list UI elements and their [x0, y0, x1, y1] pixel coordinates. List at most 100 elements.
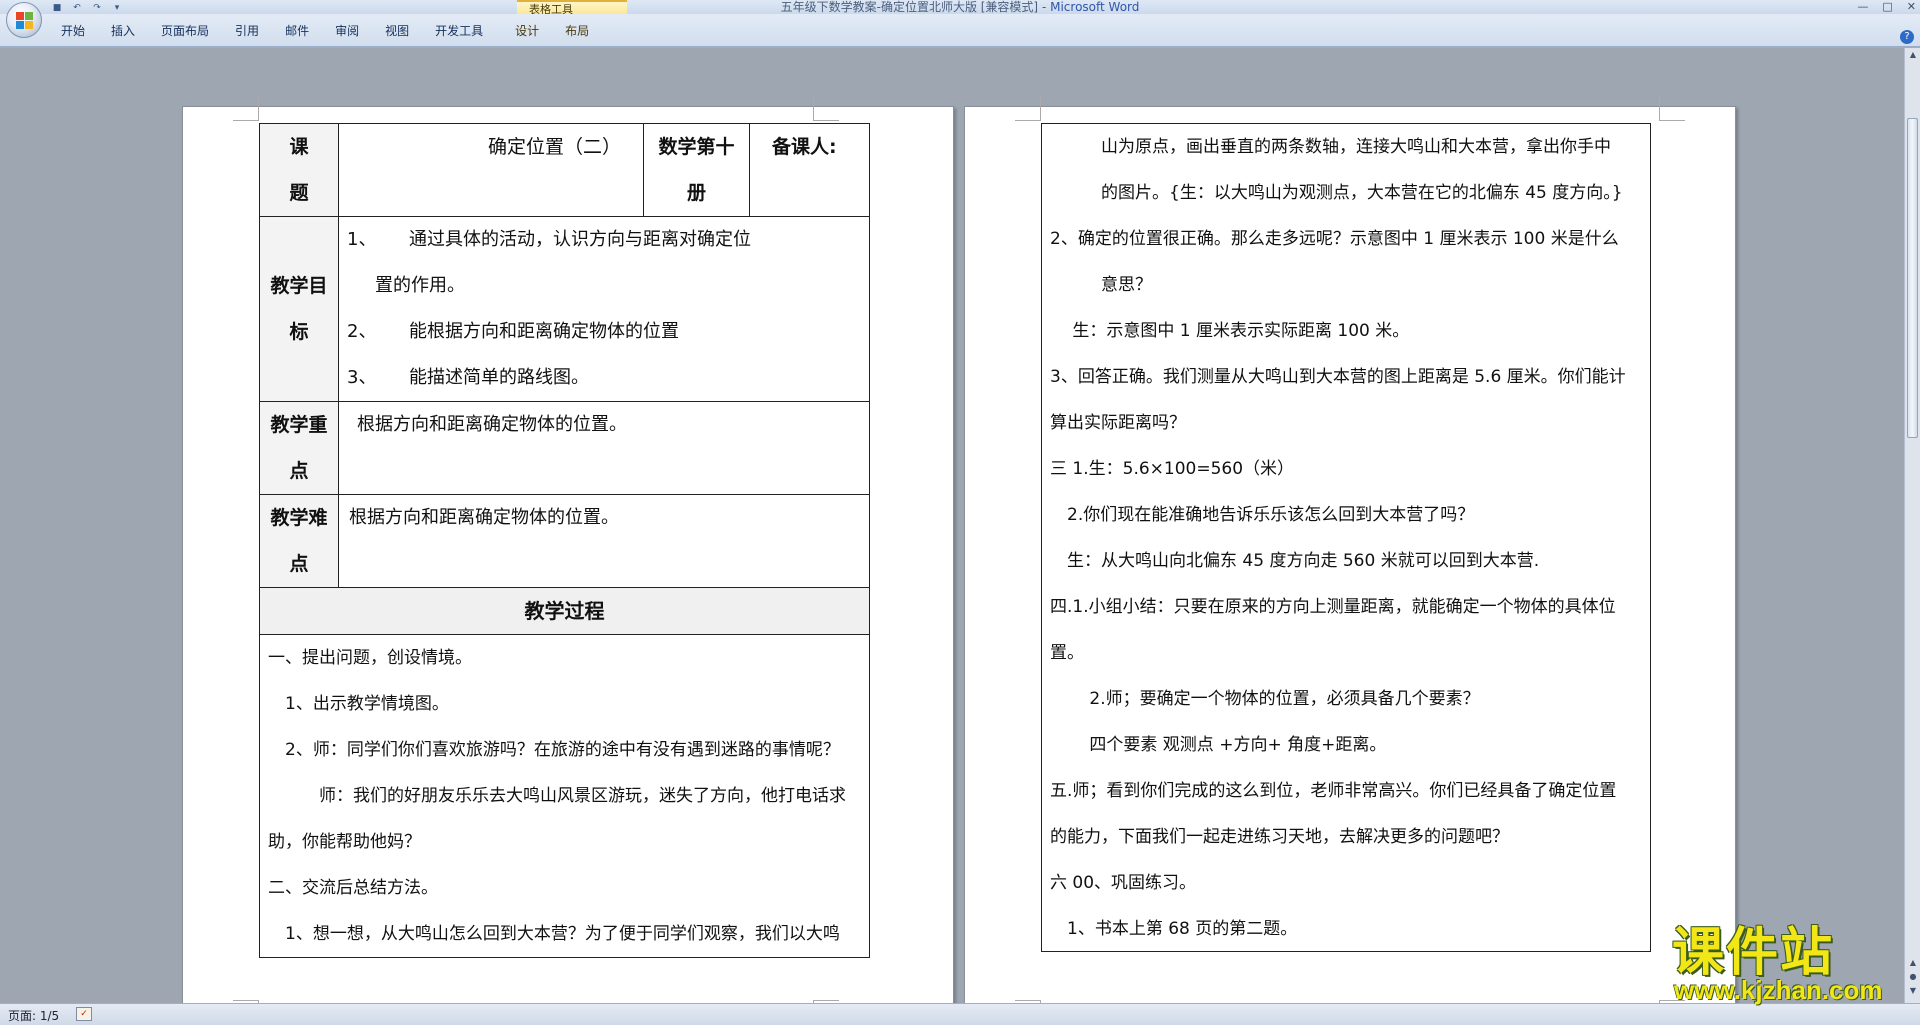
process-line: 意思？ [1050, 275, 1152, 295]
vertical-scrollbar[interactable]: ▲ ▲ ● ▼ [1904, 48, 1920, 1003]
process-line: 2.你们现在能准确地告诉乐乐该怎么回到大本营了吗？ [1050, 505, 1475, 525]
crop-mark [1015, 95, 1041, 121]
label-text: 题 [289, 182, 309, 204]
process-line: 置。 [1050, 643, 1084, 663]
document-workspace: 课 题 确定位置（二） 数学第十 册 备课人: 教学目 标 1、 通过具体的活动… [0, 48, 1904, 1003]
process-line: 1、想一想，从大鸣山怎么回到大本营？为了便于同学们观察，我们以大鸣 [268, 924, 840, 944]
book-text: 数学第十 [658, 136, 735, 158]
undo-icon[interactable]: ↶ [70, 3, 84, 14]
label-cell-topic[interactable]: 课 题 [259, 123, 339, 217]
close-button[interactable]: ✕ [1907, 0, 1916, 13]
key-points-cell[interactable]: 根据方向和距离确定物体的位置。 [338, 401, 870, 495]
redo-icon[interactable]: ↷ [90, 3, 104, 14]
label-text: 标 [289, 321, 309, 343]
tab-view[interactable]: 视图 [372, 20, 422, 42]
label-cell-difficulties[interactable]: 教学难 点 [259, 494, 339, 588]
book-cell[interactable]: 数学第十 册 [643, 123, 750, 217]
lesson-plan-table[interactable]: 课 题 确定位置（二） 数学第十 册 备课人: 教学目 标 1、 通过具体的活动… [259, 123, 870, 958]
process-line: 六 00、巩固练习。 [1050, 873, 1197, 893]
crop-mark [1659, 95, 1685, 121]
label-text: 教学目 [270, 275, 328, 297]
difficulties-cell[interactable]: 根据方向和距离确定物体的位置。 [338, 494, 870, 588]
save-icon[interactable]: ■ [50, 3, 64, 14]
crop-mark [233, 95, 259, 121]
process-continuation-cell[interactable]: 山为原点，画出垂直的两条数轴，连接大鸣山和大本营，拿出你手中 的图片。{生：以大… [1041, 123, 1651, 952]
watermark-url: www.kjzhan.com [1674, 975, 1883, 1005]
ribbon: 开始 插入 页面布局 引用 邮件 审阅 视图 开发工具 设计 布局 ? [0, 14, 1920, 47]
title-bar [0, 0, 1920, 14]
label-cell-key-points[interactable]: 教学重 点 [259, 401, 339, 495]
tab-mailings[interactable]: 邮件 [272, 20, 322, 42]
process-line: 2.师；要确定一个物体的位置，必须具备几个要素？ [1050, 689, 1480, 709]
scroll-up-icon[interactable]: ▲ [1908, 50, 1918, 60]
process-line: 的能力，下面我们一起走进练习天地，去解决更多的问题吧？ [1050, 827, 1509, 847]
crop-mark [813, 95, 839, 121]
process-line: 一、提出问题，创设情境。 [268, 648, 472, 668]
label-text: 教学重 [270, 414, 328, 436]
process-line: 1、出示教学情境图。 [268, 694, 449, 714]
table-row: 一、提出问题，创设情境。 1、出示教学情境图。 2、师：同学们你们喜欢旅游吗？在… [259, 634, 870, 958]
preparer-cell[interactable]: 备课人: [749, 123, 870, 217]
table-row: 教学目 标 1、 通过具体的活动，认识方向与距离对确定位 置的作用。 2、 能根据方… [259, 216, 870, 402]
office-logo-icon [16, 12, 34, 30]
label-text: 教学难 [270, 507, 328, 529]
process-line: 3、回答正确。我们测量从大鸣山到大本营的图上距离是 5.6 厘米。你们能计 [1050, 367, 1626, 387]
tab-design[interactable]: 设计 [502, 20, 552, 42]
ribbon-tabs: 开始 插入 页面布局 引用 邮件 审阅 视图 开发工具 设计 布局 [48, 20, 602, 42]
difficulties-text: 根据方向和距离确定物体的位置。 [349, 507, 619, 528]
page-1: 课 题 确定位置（二） 数学第十 册 备课人: 教学目 标 1、 通过具体的活动… [182, 95, 954, 1003]
tab-references[interactable]: 引用 [222, 20, 272, 42]
process-line: 的图片。{生：以大鸣山为观测点，大本营在它的北偏东 45 度方向。} [1050, 183, 1623, 203]
process-line: 三 1.生：5.6×100=560（米） [1050, 459, 1295, 479]
tab-page-layout[interactable]: 页面布局 [148, 20, 222, 42]
process-line: 生：示意图中 1 厘米表示实际距离 100 米。 [1050, 321, 1410, 341]
page-indicator[interactable]: 页面: 1/5 [8, 1007, 59, 1024]
status-bar: 页面: 1/5 ✓ [0, 1003, 1920, 1025]
quick-access-toolbar: ■ ↶ ↷ ▾ [50, 2, 124, 14]
site-watermark: 课件站 www.kjzhan.com [1660, 925, 1910, 1005]
key-points-text: 根据方向和距离确定物体的位置。 [357, 414, 627, 435]
process-line: 四.1.小组小结：只要在原来的方向上测量距离，就能确定一个物体的具体位 [1050, 597, 1616, 617]
process-line: 四个要素 观测点 +方向+ 角度+距离。 [1050, 735, 1387, 755]
process-line: 2、确定的位置很正确。那么走多远呢？示意图中 1 厘米表示 100 米是什么 [1050, 229, 1619, 249]
preparer-label: 备课人: [772, 136, 837, 158]
table-row: 教学重 点 根据方向和距离确定物体的位置。 [259, 401, 870, 495]
lesson-title: 确定位置（二） [487, 136, 621, 158]
maximize-button[interactable]: □ [1882, 0, 1892, 13]
customize-qat-icon[interactable]: ▾ [110, 3, 124, 14]
objectives-cell[interactable]: 1、 通过具体的活动，认识方向与距离对确定位 置的作用。 2、 能根据方向和距离确定… [338, 216, 870, 402]
process-line: 五.师；看到你们完成的这么到位，老师非常高兴。你们已经具备了确定位置 [1050, 781, 1617, 801]
process-line: 助，你能帮助他妈？ [268, 832, 421, 852]
objective-item: 3、 能描述简单的路线图。 [347, 367, 589, 388]
label-text: 点 [289, 460, 309, 482]
process-line: 山为原点，画出垂直的两条数轴，连接大鸣山和大本营，拿出你手中 [1050, 137, 1611, 157]
table-row: 课 题 确定位置（二） 数学第十 册 备课人: [259, 123, 870, 217]
scrollbar-thumb[interactable] [1907, 118, 1918, 438]
process-line: 2、师：同学们你们喜欢旅游吗？在旅游的途中有没有遇到迷路的事情呢？ [268, 740, 840, 760]
tab-layout[interactable]: 布局 [552, 20, 602, 42]
label-cell-objectives[interactable]: 教学目 标 [259, 216, 339, 402]
process-line: 师：我们的好朋友乐乐去大鸣山风景区游玩，迷失了方向，他打电话求 [268, 786, 846, 806]
process-cell[interactable]: 一、提出问题，创设情境。 1、出示教学情境图。 2、师：同学们你们喜欢旅游吗？在… [259, 634, 870, 958]
process-line: 算出实际距离吗？ [1050, 413, 1186, 433]
lesson-title-cell[interactable]: 确定位置（二） [338, 123, 644, 217]
process-line: 1、书本上第 68 页的第二题。 [1050, 919, 1298, 939]
page-2: 山为原点，画出垂直的两条数轴，连接大鸣山和大本营，拿出你手中 的图片。{生：以大… [964, 95, 1736, 1003]
process-line: 二、交流后总结方法。 [268, 878, 438, 898]
objective-item-cont: 置的作用。 [375, 275, 465, 296]
window-controls: — □ ✕ [1857, 0, 1916, 13]
tab-review[interactable]: 审阅 [322, 20, 372, 42]
process-line: 生：从大鸣山向北偏东 45 度方向走 560 米就可以回到大本营. [1050, 551, 1540, 571]
table-row: 教学过程 [259, 587, 870, 635]
help-icon[interactable]: ? [1900, 30, 1914, 44]
tab-insert[interactable]: 插入 [98, 20, 148, 42]
proofing-icon[interactable]: ✓ [76, 1007, 92, 1021]
objective-item: 2、 能根据方向和距离确定物体的位置 [347, 321, 679, 342]
office-button[interactable] [6, 2, 42, 38]
minimize-button[interactable]: — [1857, 0, 1868, 13]
label-text: 课 [289, 136, 309, 158]
tab-home[interactable]: 开始 [48, 20, 98, 42]
process-title[interactable]: 教学过程 [259, 587, 870, 635]
table-row: 教学难 点 根据方向和距离确定物体的位置。 [259, 494, 870, 588]
tab-developer[interactable]: 开发工具 [422, 20, 496, 42]
